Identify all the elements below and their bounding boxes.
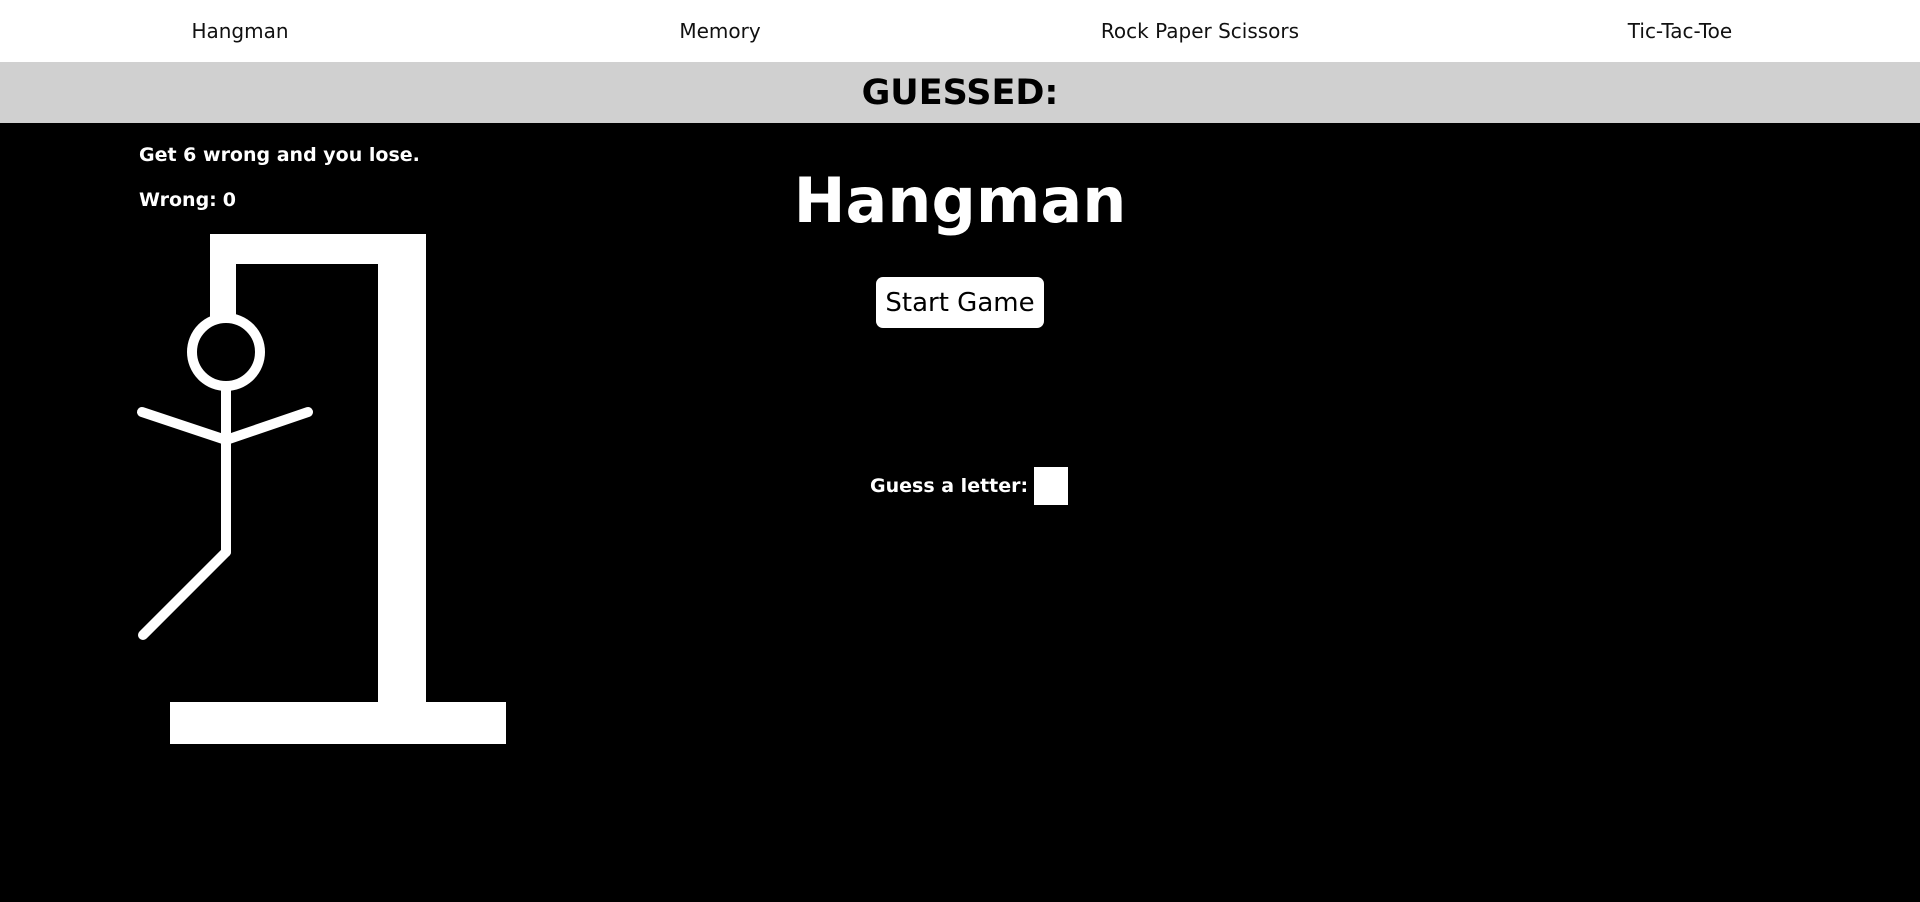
gallows-base — [170, 702, 506, 744]
hangman-drawing — [137, 234, 506, 744]
nav-link-tic-tac-toe[interactable]: Tic-Tac-Toe — [1440, 19, 1920, 43]
nav-link-memory[interactable]: Memory — [480, 19, 960, 43]
gallows-rope — [210, 234, 236, 318]
hangman-left-arm — [137, 407, 231, 445]
guess-label: Guess a letter: — [870, 475, 1029, 497]
gallows-beam — [210, 234, 426, 264]
hangman-head — [187, 313, 265, 391]
gallows-post — [378, 234, 426, 704]
hangman-right-arm — [221, 407, 313, 445]
hangman-left-leg — [138, 547, 231, 640]
nav-link-rock-paper-scissors[interactable]: Rock Paper Scissors — [960, 19, 1440, 43]
game-title: Hangman — [793, 164, 1127, 237]
guessed-label: GUESSED: — [861, 72, 1059, 113]
start-game-button[interactable]: Start Game — [876, 277, 1044, 328]
guess-letter-input[interactable] — [1034, 467, 1069, 505]
guess-row: Guess a letter: — [870, 466, 1069, 506]
